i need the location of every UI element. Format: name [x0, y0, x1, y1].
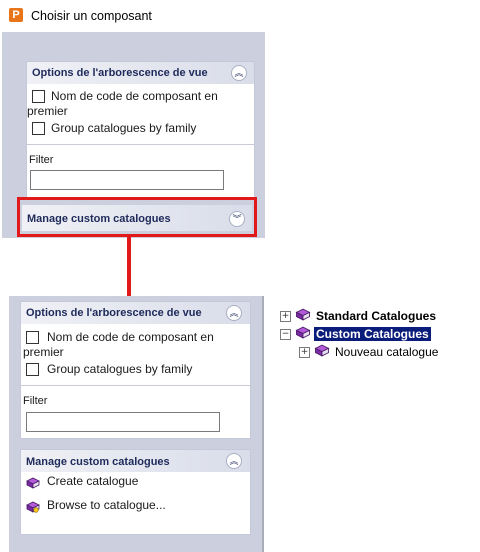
- collapse-up-icon[interactable]: ︽: [226, 453, 242, 469]
- browse-catalogue-link[interactable]: Browse to catalogue...: [47, 498, 166, 512]
- group-by-family-checkbox-2[interactable]: [26, 363, 39, 376]
- tree-item-nouveau-catalogue[interactable]: Nouveau catalogue: [335, 345, 438, 359]
- filter-label: Filter: [29, 154, 54, 166]
- filter-label-2: Filter: [23, 395, 48, 407]
- manage-catalogues-panel: Manage custom catalogues ︽ Create catalo…: [20, 449, 251, 535]
- splitter[interactable]: [262, 296, 264, 552]
- title-bar: P Choisir un composant: [0, 0, 265, 32]
- view-options-header[interactable]: Options de l'arborescence de vue ︽: [27, 62, 254, 84]
- book-icon: [26, 477, 40, 489]
- filter-input[interactable]: [30, 170, 224, 190]
- catalogue-book-icon: [295, 326, 311, 339]
- pane-edge: [0, 32, 2, 238]
- code-name-label: Nom de code de composant en: [51, 89, 218, 103]
- expand-plus-icon[interactable]: +: [299, 347, 310, 358]
- tree-item-standard-catalogues[interactable]: Standard Catalogues: [316, 309, 436, 323]
- view-options-panel: Options de l'arborescence de vue ︽ Nom d…: [26, 61, 255, 198]
- collapse-up-icon[interactable]: ︽: [226, 305, 242, 321]
- view-options-panel-2: Options de l'arborescence de vue ︽ Nom d…: [20, 301, 251, 439]
- expand-plus-icon[interactable]: +: [280, 311, 291, 322]
- group-by-family-checkbox[interactable]: [32, 122, 45, 135]
- code-name-checkbox-2[interactable]: [26, 331, 39, 344]
- collapse-minus-icon[interactable]: −: [280, 329, 291, 340]
- code-name-label-cont-2: premier: [23, 345, 64, 359]
- manage-catalogues-header-2[interactable]: Manage custom catalogues ︽: [21, 450, 250, 472]
- view-options-header-2[interactable]: Options de l'arborescence de vue ︽: [21, 302, 250, 324]
- catalogue-book-icon: [295, 308, 311, 321]
- code-name-label-2: Nom de code de composant en: [47, 330, 214, 344]
- book-browse-icon: [26, 501, 40, 513]
- highlight-box: [17, 197, 257, 237]
- view-options-title-2: Options de l'arborescence de vue: [26, 307, 202, 319]
- tree-item-custom-catalogues[interactable]: Custom Catalogues: [313, 326, 432, 342]
- filter-input-2[interactable]: [26, 412, 220, 432]
- create-catalogue-link[interactable]: Create catalogue: [47, 474, 138, 488]
- divider: [27, 144, 254, 145]
- manage-catalogues-title-2: Manage custom catalogues: [26, 456, 170, 468]
- code-name-label-cont: premier: [27, 104, 68, 118]
- window-title: Choisir un composant: [31, 9, 152, 23]
- code-name-checkbox[interactable]: [32, 90, 45, 103]
- app-logo-icon: P: [9, 8, 23, 22]
- collapse-up-icon[interactable]: ︽: [231, 65, 247, 81]
- view-options-title: Options de l'arborescence de vue: [32, 67, 208, 79]
- group-by-family-label: Group catalogues by family: [51, 121, 197, 135]
- catalogue-book-icon: [314, 344, 330, 357]
- divider: [21, 385, 250, 386]
- group-by-family-label-2: Group catalogues by family: [47, 362, 193, 376]
